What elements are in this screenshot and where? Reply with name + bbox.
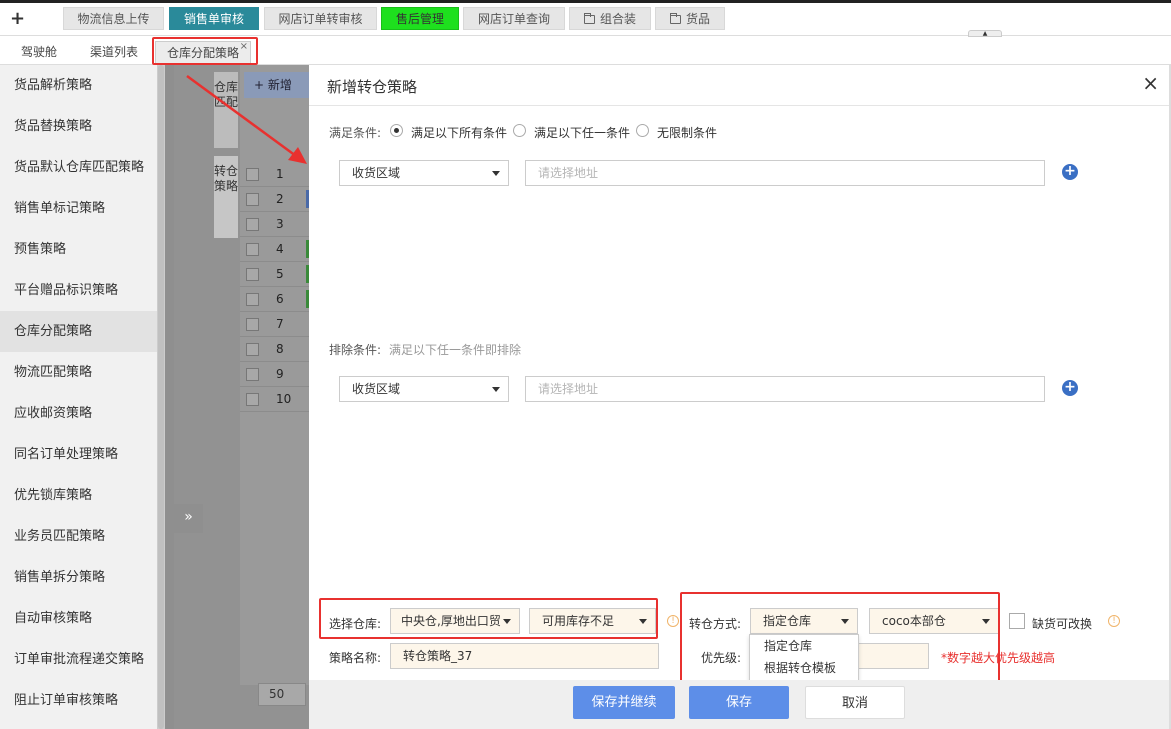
annotation-arrow: [186, 74, 307, 164]
